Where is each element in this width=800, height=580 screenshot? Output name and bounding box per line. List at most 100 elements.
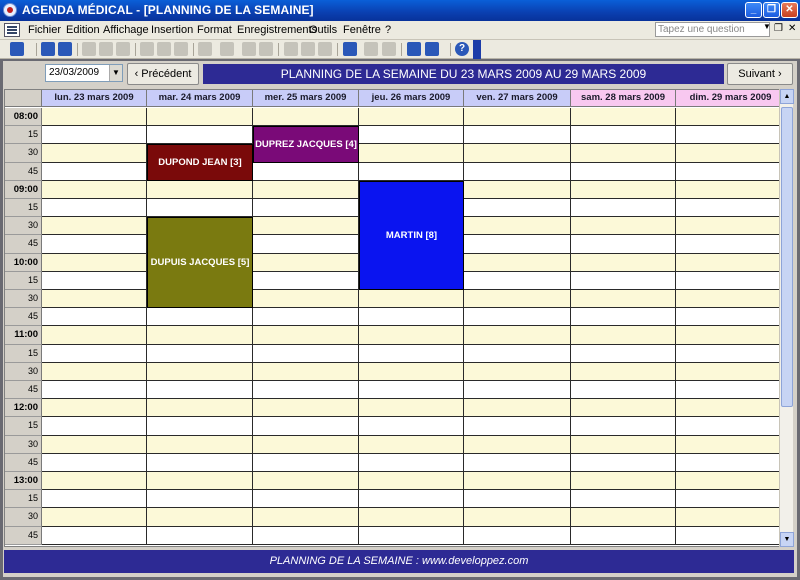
- time-slot[interactable]: [359, 308, 464, 327]
- time-slot[interactable]: [147, 472, 253, 491]
- time-slot[interactable]: [676, 344, 779, 363]
- time-slot[interactable]: [42, 108, 147, 127]
- time-slot[interactable]: [42, 144, 147, 163]
- next-button[interactable]: Suivant ›: [727, 63, 793, 85]
- time-slot[interactable]: [253, 253, 359, 272]
- time-slot[interactable]: [253, 180, 359, 199]
- time-slot[interactable]: [676, 108, 779, 127]
- time-slot[interactable]: [42, 472, 147, 491]
- time-slot[interactable]: [571, 217, 676, 236]
- time-slot[interactable]: [147, 381, 253, 400]
- time-slot[interactable]: [42, 235, 147, 254]
- time-slot[interactable]: [464, 326, 571, 345]
- time-slot[interactable]: [42, 217, 147, 236]
- time-slot[interactable]: [147, 490, 253, 509]
- time-slot[interactable]: [464, 417, 571, 436]
- time-slot[interactable]: [42, 435, 147, 454]
- time-slot[interactable]: [676, 453, 779, 472]
- time-slot[interactable]: [147, 417, 253, 436]
- appointment-block[interactable]: DUPOND JEAN [3]: [147, 144, 253, 181]
- time-slot[interactable]: [42, 271, 147, 290]
- time-slot[interactable]: [253, 108, 359, 127]
- time-slot[interactable]: [359, 453, 464, 472]
- maximize-button[interactable]: ❐: [763, 2, 780, 18]
- time-slot[interactable]: [464, 399, 571, 418]
- time-slot[interactable]: [676, 362, 779, 381]
- time-slot[interactable]: [464, 381, 571, 400]
- time-slot[interactable]: [359, 290, 464, 309]
- time-slot[interactable]: [359, 381, 464, 400]
- time-slot[interactable]: [676, 526, 779, 545]
- time-slot[interactable]: [571, 344, 676, 363]
- time-slot[interactable]: [42, 362, 147, 381]
- time-slot[interactable]: [676, 308, 779, 327]
- time-slot[interactable]: [464, 162, 571, 181]
- time-slot[interactable]: [147, 180, 253, 199]
- time-slot[interactable]: [359, 108, 464, 127]
- time-slot[interactable]: [359, 362, 464, 381]
- time-slot[interactable]: [359, 144, 464, 163]
- time-slot[interactable]: [571, 472, 676, 491]
- time-slot[interactable]: [42, 453, 147, 472]
- time-slot[interactable]: [464, 490, 571, 509]
- time-slot[interactable]: [253, 490, 359, 509]
- time-slot[interactable]: [571, 144, 676, 163]
- appointment-block[interactable]: MARTIN [8]: [359, 180, 464, 290]
- time-slot[interactable]: [676, 472, 779, 491]
- time-slot[interactable]: [676, 126, 779, 145]
- menu-help[interactable]: ?: [385, 24, 391, 36]
- time-slot[interactable]: [571, 326, 676, 345]
- time-slot[interactable]: [571, 162, 676, 181]
- time-slot[interactable]: [571, 453, 676, 472]
- scroll-up-icon[interactable]: ▲: [780, 89, 794, 104]
- time-slot[interactable]: [676, 199, 779, 218]
- minimize-button[interactable]: _: [745, 2, 762, 18]
- time-slot[interactable]: [42, 126, 147, 145]
- time-slot[interactable]: [42, 526, 147, 545]
- time-slot[interactable]: [147, 344, 253, 363]
- time-slot[interactable]: [464, 526, 571, 545]
- time-slot[interactable]: [464, 508, 571, 527]
- time-slot[interactable]: [571, 308, 676, 327]
- hyperlink-icon[interactable]: [220, 42, 234, 56]
- time-slot[interactable]: [253, 508, 359, 527]
- time-slot[interactable]: [253, 472, 359, 491]
- time-slot[interactable]: [42, 180, 147, 199]
- time-slot[interactable]: [464, 126, 571, 145]
- time-slot[interactable]: [253, 453, 359, 472]
- ask-question-input[interactable]: Tapez une question: [655, 22, 770, 37]
- menu-affichage[interactable]: Affichage: [103, 24, 149, 36]
- sort-desc-icon[interactable]: [259, 42, 273, 56]
- appointment-block[interactable]: DUPREZ JACQUES [4]: [253, 126, 359, 163]
- doc-close-button[interactable]: ✕: [788, 23, 796, 34]
- time-slot[interactable]: [571, 381, 676, 400]
- time-slot[interactable]: [253, 308, 359, 327]
- time-slot[interactable]: [253, 417, 359, 436]
- delete-record-icon[interactable]: [382, 42, 396, 56]
- time-slot[interactable]: [42, 508, 147, 527]
- time-slot[interactable]: [253, 362, 359, 381]
- time-slot[interactable]: [147, 199, 253, 218]
- time-slot[interactable]: [676, 381, 779, 400]
- filter-selection-icon[interactable]: [284, 42, 298, 56]
- time-slot[interactable]: [42, 381, 147, 400]
- time-slot[interactable]: [571, 126, 676, 145]
- time-slot[interactable]: [571, 490, 676, 509]
- menu-fichier[interactable]: Fichier: [28, 24, 61, 36]
- time-slot[interactable]: [359, 417, 464, 436]
- time-slot[interactable]: [571, 199, 676, 218]
- time-slot[interactable]: [253, 162, 359, 181]
- sort-asc-icon[interactable]: [242, 42, 256, 56]
- time-slot[interactable]: [359, 162, 464, 181]
- new-record-icon[interactable]: [364, 42, 378, 56]
- time-slot[interactable]: [147, 326, 253, 345]
- time-slot[interactable]: [253, 435, 359, 454]
- menu-edition[interactable]: Edition: [66, 24, 100, 36]
- time-slot[interactable]: [253, 381, 359, 400]
- toolbar-options[interactable]: [473, 40, 481, 59]
- apply-filter-icon[interactable]: [318, 42, 332, 56]
- new-object-icon[interactable]: [425, 42, 439, 56]
- time-slot[interactable]: [42, 490, 147, 509]
- time-slot[interactable]: [42, 417, 147, 436]
- time-slot[interactable]: [253, 344, 359, 363]
